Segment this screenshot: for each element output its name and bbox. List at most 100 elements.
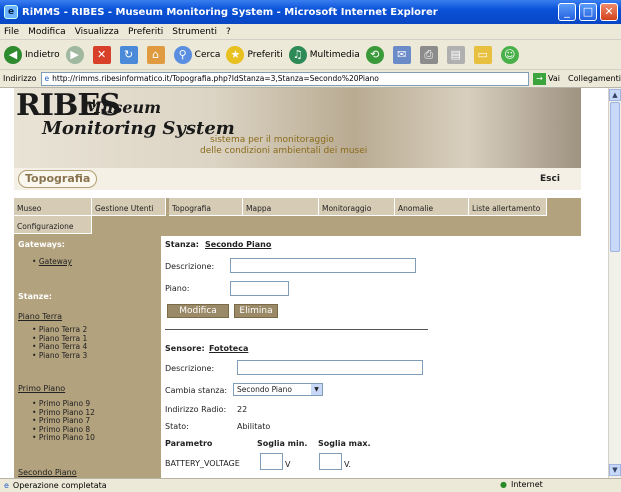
- primo-piano-rooms: Primo Piano 9 Primo Piano 12 Primo Piano…: [32, 399, 95, 443]
- logo-monitoring: Monitoring System: [42, 118, 235, 139]
- globe-icon: ●: [500, 480, 507, 489]
- maximize-button[interactable]: □: [579, 3, 597, 21]
- refresh-icon: ↻: [119, 45, 138, 64]
- media-label: Multimedia: [309, 49, 360, 60]
- forward-button[interactable]: ▶: [65, 45, 87, 64]
- mail-icon: ✉: [392, 45, 411, 64]
- mail-button[interactable]: ✉: [392, 45, 414, 64]
- status-bar: e Operazione completata ● Internet: [0, 478, 621, 492]
- room-item[interactable]: Piano Terra 3: [32, 351, 87, 361]
- nav-topografia[interactable]: Topografia: [169, 198, 243, 216]
- scroll-down-icon[interactable]: ▼: [609, 464, 621, 476]
- nav-mappa[interactable]: Mappa: [243, 198, 319, 216]
- piano-label: Piano:: [165, 284, 190, 293]
- scroll-up-icon[interactable]: ▲: [609, 89, 621, 101]
- cambia-stanza-value: Secondo Piano: [237, 385, 292, 394]
- url-field[interactable]: e http://rimms.ribesinformatico.it/Topog…: [40, 71, 530, 86]
- web-page: RIBES Museum Monitoring System sistema p…: [14, 88, 581, 478]
- favorites-button[interactable]: ★ Preferiti: [226, 45, 283, 64]
- group-primo-piano[interactable]: Primo Piano: [18, 384, 65, 393]
- zone-indicator: ● Internet: [500, 480, 543, 489]
- gateway-link[interactable]: Gateway: [32, 257, 72, 267]
- folder-button[interactable]: ▭: [473, 45, 495, 64]
- stanza-descrizione-input[interactable]: [230, 258, 416, 273]
- window-titlebar: e RiMMS - RIBES - Museum Monitoring Syst…: [0, 0, 621, 24]
- nav-museo[interactable]: Museo: [14, 198, 92, 216]
- back-arrow-icon: ◀: [4, 45, 22, 64]
- page-title: Topografia: [18, 170, 98, 188]
- go-button[interactable]: → Vai: [533, 72, 560, 85]
- menu-visualizza[interactable]: Visualizza: [75, 27, 119, 37]
- site-banner: RIBES Museum Monitoring System sistema p…: [14, 88, 581, 168]
- minimize-button[interactable]: _: [558, 3, 576, 21]
- group-piano-terra[interactable]: Piano Terra: [18, 312, 62, 321]
- links-label[interactable]: Collegamenti: [568, 74, 621, 83]
- go-arrow-icon: →: [533, 72, 547, 85]
- tagline-line2: delle condizioni ambientali dei musei: [200, 146, 368, 156]
- nav-anomalie[interactable]: Anomalie: [395, 198, 469, 216]
- menu-file[interactable]: File: [4, 27, 19, 37]
- title-bar: [14, 168, 581, 190]
- param-name: BATTERY_VOLTAGE: [165, 459, 240, 468]
- edit-button[interactable]: ▤: [446, 45, 468, 64]
- home-button[interactable]: ⌂: [146, 45, 168, 64]
- menu-modifica[interactable]: Modifica: [28, 27, 66, 37]
- window-title: RiMMS - RIBES - Museum Monitoring System…: [22, 6, 438, 18]
- main-panel: Stanza: Secondo Piano Descrizione: Piano…: [161, 236, 581, 478]
- room-item[interactable]: Primo Piano 10: [32, 433, 95, 443]
- main-nav: Museo Gestione Utenti Topografia Mappa M…: [14, 198, 581, 236]
- close-button[interactable]: ✕: [600, 3, 618, 21]
- page-icon: e: [44, 74, 50, 83]
- folder-icon: ▭: [473, 45, 492, 64]
- stanza-label: Stanza:: [165, 240, 199, 249]
- print-button[interactable]: ⎙: [419, 45, 441, 64]
- group-secondo-piano[interactable]: Secondo Piano: [18, 468, 77, 477]
- col-parametro: Parametro: [165, 439, 213, 448]
- logout-link[interactable]: Esci: [540, 174, 560, 184]
- refresh-button[interactable]: ↻: [119, 45, 141, 64]
- back-button[interactable]: ◀ Indietro: [4, 45, 60, 64]
- history-button[interactable]: ⟲: [365, 45, 387, 64]
- stato-value: Abilitato: [237, 422, 271, 431]
- sensore-descrizione-label: Descrizione:: [165, 364, 215, 373]
- media-icon: ♫: [288, 45, 307, 64]
- cambia-stanza-select[interactable]: Secondo Piano ▼: [233, 383, 323, 396]
- stanza-name-link[interactable]: Secondo Piano: [205, 240, 271, 249]
- search-label: Cerca: [194, 49, 221, 60]
- stanze-heading: Stanze:: [18, 292, 52, 301]
- nav-liste-allertamento[interactable]: Liste allertamento: [469, 198, 547, 216]
- modifica-button[interactable]: Modifica: [167, 304, 229, 318]
- scroll-thumb[interactable]: [610, 102, 620, 252]
- page-done-icon: e: [4, 481, 9, 490]
- nav-gestione-utenti[interactable]: Gestione Utenti: [92, 198, 166, 216]
- menu-preferiti[interactable]: Preferiti: [128, 27, 163, 37]
- media-button[interactable]: ♫ Multimedia: [288, 45, 360, 64]
- back-label: Indietro: [25, 49, 60, 60]
- col-soglia-max: Soglia max.: [318, 439, 371, 448]
- sensore-label: Sensore:: [165, 344, 205, 353]
- nav-monitoraggio[interactable]: Monitoraggio: [319, 198, 395, 216]
- messenger-button[interactable]: ☺: [500, 45, 522, 64]
- forward-arrow-icon: ▶: [65, 45, 84, 64]
- radio-label: Indirizzo Radio:: [165, 405, 227, 414]
- zone-text: Internet: [510, 480, 543, 489]
- elimina-button[interactable]: Elimina: [234, 304, 278, 318]
- piano-input[interactable]: [230, 281, 289, 296]
- menu-strumenti[interactable]: Strumenti: [172, 27, 217, 37]
- stop-button[interactable]: ✕: [92, 45, 114, 64]
- soglia-max-input[interactable]: [319, 453, 342, 470]
- descrizione-label: Descrizione:: [165, 262, 215, 271]
- search-button[interactable]: ⚲ Cerca: [173, 45, 221, 64]
- nav-configurazione[interactable]: Configurazione: [14, 216, 92, 234]
- radio-value: 22: [237, 405, 248, 414]
- vertical-scrollbar[interactable]: ▲ ▼: [608, 88, 621, 478]
- soglia-min-input[interactable]: [260, 453, 283, 470]
- logo-museum: Museum: [84, 98, 162, 117]
- sensore-name-link[interactable]: Fototeca: [209, 344, 248, 353]
- star-icon: ★: [226, 45, 245, 64]
- chevron-down-icon: ▼: [311, 384, 322, 395]
- menu-help[interactable]: ?: [226, 27, 231, 37]
- search-icon: ⚲: [173, 45, 192, 64]
- sensore-descrizione-input[interactable]: [237, 360, 423, 375]
- tagline-line1: sistema per il monitoraggio: [210, 135, 334, 145]
